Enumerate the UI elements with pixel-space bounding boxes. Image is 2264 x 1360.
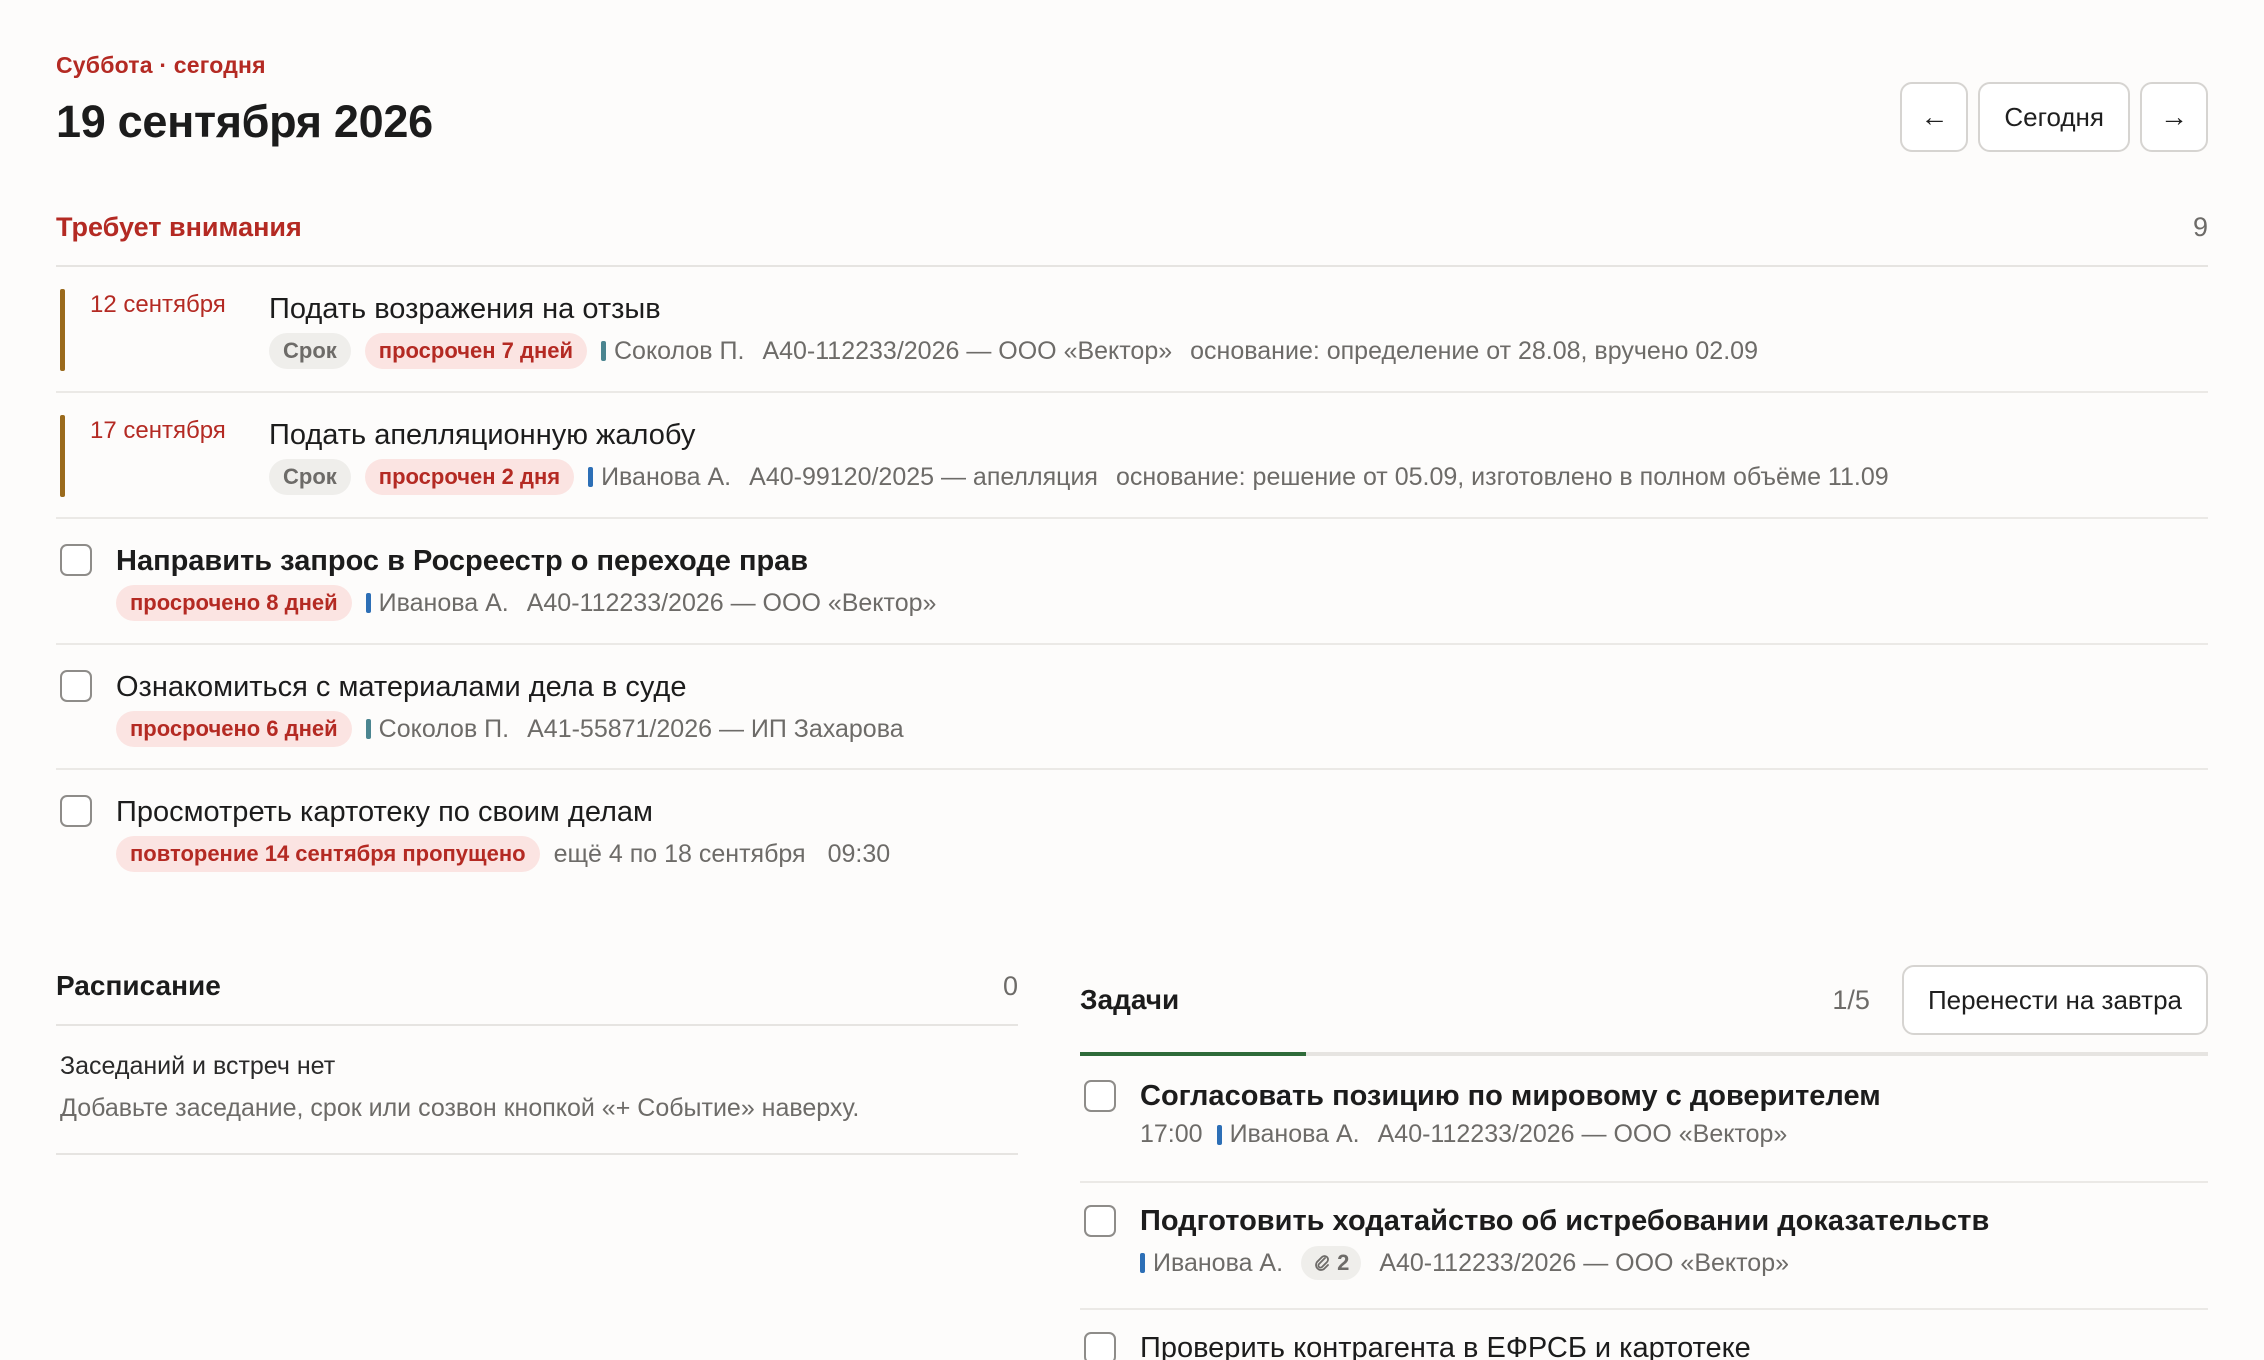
assignee-marker [365, 593, 371, 613]
overdue-badge: просрочено 8 дней [116, 585, 352, 621]
assignee: Иванова А. [365, 588, 509, 618]
assignee-marker [601, 341, 606, 361]
recurrence-more: ещё 4 по 18 сентября [553, 839, 806, 868]
task-meta: Иванова А. 2 А40-112233/2026 — ООО «Вект… [1140, 1246, 1807, 1280]
assignee-marker [1140, 1253, 1145, 1273]
attention-title: Требует внимания [56, 212, 302, 242]
overdue-badge: просрочено 6 дней [116, 711, 352, 747]
task-row[interactable]: Проверить контрагента в ЕФРСБ и картотек… [1080, 1310, 2208, 1360]
assignee-name: Иванова А. [1153, 1248, 1284, 1277]
arrow-right-icon: → [2160, 101, 2188, 132]
schedule-bottom-divider [56, 1153, 1018, 1155]
deadline-basis: основание: решение от 05.09, изготовлено… [1115, 462, 1889, 491]
task-checkbox[interactable] [1084, 1332, 1116, 1360]
schedule-count: 0 [1002, 970, 1018, 1001]
assignee-name: Соколов П. [614, 336, 745, 365]
assignee-marker [365, 719, 371, 739]
task-time: 09:30 [827, 839, 891, 868]
assignee-name: Иванова А. [378, 588, 509, 617]
tasks-progress [1080, 1052, 2208, 1056]
task-row[interactable]: Направить запрос в Росреестр о переходе … [56, 519, 2208, 645]
attention-count: 9 [2192, 212, 2208, 242]
schedule-empty-title: Заседаний и встреч нет [60, 1052, 336, 1080]
task-checkbox[interactable] [1084, 1205, 1116, 1237]
case-link[interactable]: А40-112233/2026 — ООО «Вектор» [1378, 1120, 1788, 1149]
day-eyebrow: Суббота · сегодня [56, 52, 266, 78]
assignee-marker [588, 467, 594, 487]
task-title[interactable]: Просмотреть картотеку по своим делам [116, 796, 653, 829]
assignee: Соколов П. [365, 714, 510, 744]
deadline-marker [60, 289, 65, 371]
schedule-header: Расписание 0 [56, 970, 1018, 1002]
assignee: Соколов П. [601, 337, 744, 366]
arrow-left-icon: ← [1920, 101, 1949, 132]
task-row[interactable]: Подготовить ходатайство об истребовании … [1080, 1183, 2208, 1310]
attention-header: Требует внимания 9 [56, 212, 2208, 243]
prev-day-button[interactable]: ← [1900, 82, 1969, 152]
tasks-progress-fill [1080, 1052, 1306, 1056]
attachments-count: 2 [1337, 1250, 1350, 1275]
task-title[interactable]: Ознакомиться с материалами дела в суде [116, 671, 686, 704]
case-link[interactable]: А40-112233/2026 — ООО «Вектор» [762, 337, 1172, 366]
paperclip-icon [1315, 1255, 1329, 1271]
tasks-count: 1/5 [1832, 984, 1870, 1015]
today-button[interactable]: Сегодня [1978, 82, 2130, 152]
task-row[interactable]: Согласовать позицию по мировому с довери… [1080, 1058, 2208, 1183]
schedule-divider [56, 1024, 1018, 1026]
task-meta: 17:00 Иванова А. А40-112233/2026 — ООО «… [1140, 1120, 1805, 1149]
deadline-row[interactable]: 12 сентября Подать возражения на отзыв С… [56, 267, 2208, 393]
case-link[interactable]: А41-55871/2026 — ИП Захарова [527, 715, 904, 744]
task-title[interactable]: Согласовать позицию по мировому с довери… [1140, 1080, 1881, 1113]
tasks-header: Задачи 1/5 Перенести на завтра [1080, 960, 2208, 1040]
tasks-title: Задачи [1080, 984, 1180, 1015]
task-time: 17:00 [1140, 1120, 1203, 1148]
case-link[interactable]: А40-112233/2026 — ООО «Вектор» [1379, 1249, 1789, 1278]
schedule-empty-hint: Добавьте заседание, срок или созвон кноп… [60, 1094, 860, 1122]
task-meta: просрочено 6 дней Соколов П. А41-55871/2… [116, 711, 922, 747]
assignee-marker [1216, 1124, 1222, 1145]
assignee: Иванова А. [1216, 1120, 1360, 1149]
attachments-badge[interactable]: 2 [1301, 1246, 1362, 1280]
schedule-title: Расписание [56, 970, 221, 1001]
assignee-name: Соколов П. [378, 714, 510, 743]
task-checkbox[interactable] [1084, 1080, 1116, 1112]
task-row[interactable]: Ознакомиться с материалами дела в суде п… [56, 645, 2208, 770]
deadline-basis: основание: определение от 28.08, вручено… [1190, 336, 1758, 365]
case-link[interactable]: А40-112233/2026 — ООО «Вектор» [527, 589, 937, 618]
page-title: 19 сентября 2026 [56, 96, 433, 147]
missed-recurrence-badge: повторение 14 сентября пропущено [116, 836, 540, 872]
move-to-tomorrow-button[interactable]: Перенести на завтра [1901, 965, 2208, 1035]
task-checkbox[interactable] [60, 795, 92, 827]
deadline-date: 12 сентября [90, 291, 226, 318]
date-navigation: ← Сегодня → [1900, 82, 2208, 152]
deadline-meta: Срок просрочен 2 дня Иванова А. А40-9912… [269, 459, 1889, 495]
task-meta: повторение 14 сентября пропущено ещё 4 п… [116, 836, 890, 872]
assignee-name: Иванова А. [1229, 1120, 1360, 1148]
overdue-badge: просрочен 2 дня [364, 459, 575, 495]
assignee: Иванова А. [588, 463, 731, 492]
overdue-badge: просрочен 7 дней [364, 333, 587, 369]
deadline-marker [60, 415, 65, 497]
case-link[interactable]: А40-99120/2025 — апелляция [749, 463, 1098, 492]
task-title[interactable]: Подготовить ходатайство об истребовании … [1140, 1205, 1989, 1238]
deadline-row[interactable]: 17 сентября Подать апелляционную жалобу … [56, 393, 2208, 519]
kind-badge: Срок [269, 333, 351, 369]
assignee-name: Иванова А. [601, 462, 732, 491]
task-title[interactable]: Проверить контрагента в ЕФРСБ и картотек… [1140, 1332, 1751, 1360]
assignee: Иванова А. [1140, 1249, 1283, 1278]
task-title[interactable]: Направить запрос в Росреестр о переходе … [116, 545, 808, 578]
deadline-title[interactable]: Подать апелляционную жалобу [269, 419, 695, 452]
deadline-title[interactable]: Подать возражения на отзыв [269, 293, 661, 326]
task-row[interactable]: Просмотреть картотеку по своим делам пов… [56, 770, 2208, 890]
deadline-meta: Срок просрочен 7 дней Соколов П. А40-112… [269, 333, 1758, 369]
deadline-date: 17 сентября [90, 417, 226, 444]
task-checkbox[interactable] [60, 544, 92, 576]
next-day-button[interactable]: → [2140, 82, 2208, 152]
task-meta: просрочено 8 дней Иванова А. А40-112233/… [116, 585, 954, 621]
kind-badge: Срок [269, 459, 351, 495]
day-view: Суббота · сегодня 19 сентября 2026 ← Сег… [56, 0, 2208, 1360]
task-checkbox[interactable] [60, 670, 92, 702]
